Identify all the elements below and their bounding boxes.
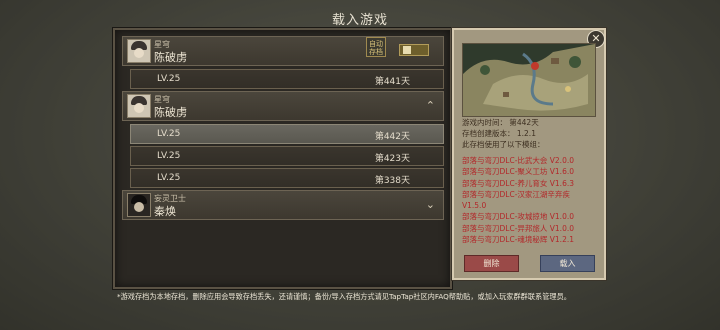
- save-group-header[interactable]: 星穹 陈破虏 ⌃: [122, 91, 444, 121]
- mod-item: 部落与弯刀DLC-汉家江湖辛弃疾: [462, 189, 570, 199]
- avatar: [127, 193, 151, 217]
- save-row[interactable]: LV.25 第338天: [130, 168, 444, 188]
- mod-item: V1.5.0: [462, 201, 487, 211]
- autosave-badge: 自动存档: [366, 37, 386, 57]
- character-name: 陈破虏: [154, 106, 187, 119]
- load-button[interactable]: 载入: [540, 255, 595, 272]
- save-list: 星穹 陈破虏 自动存档 LV.25 第441天 星穹 陈破虏 ⌃ LV.25 第…: [122, 36, 444, 223]
- chevron-down-icon[interactable]: ⌄: [426, 198, 435, 211]
- mod-item: 部落与弯刀DLC-魂境秘辉 V1.2.1: [462, 235, 574, 245]
- save-info: 游戏内时间： 第442天 存档创建版本： 1.2.1 此存档使用了以下模组：: [462, 117, 594, 150]
- avatar: [127, 94, 151, 118]
- map-thumbnail: [462, 43, 596, 117]
- footnote: *游戏存档为本地存档，删除应用会导致存档丢失，还请谨慎；备份/导入存档方式请见T…: [117, 292, 571, 301]
- save-level: LV.25: [157, 173, 181, 183]
- save-row[interactable]: LV.25 第423天: [130, 146, 444, 166]
- save-group-header[interactable]: 星穹 陈破虏 自动存档: [122, 36, 444, 66]
- game-time: 游戏内时间： 第442天: [462, 118, 539, 127]
- save-group-header[interactable]: 妄灵卫士 秦焕 ⌄: [122, 190, 444, 220]
- autosave-toggle[interactable]: [399, 44, 429, 56]
- save-row[interactable]: LV.25 第441天: [130, 69, 444, 89]
- save-level: LV.25: [157, 74, 181, 84]
- save-day: 第338天: [374, 176, 410, 186]
- save-day: 第441天: [374, 77, 410, 87]
- save-version: 存档创建版本： 1.2.1: [462, 129, 536, 138]
- mod-list: 部落与弯刀DLC-比武大会 V2.0.0 部落与弯刀DLC-聚义工坊 V1.6.…: [462, 155, 594, 245]
- mod-item: 部落与弯刀DLC-聚义工坊 V1.6.0: [462, 167, 574, 177]
- character-name: 秦焕: [154, 205, 176, 218]
- avatar: [127, 39, 151, 63]
- chevron-up-icon[interactable]: ⌃: [426, 99, 435, 112]
- mod-item: 部落与弯刀DLC-攻城掠地 V1.0.0: [462, 212, 574, 222]
- save-day: 第442天: [374, 132, 410, 142]
- page-title: 载入游戏: [331, 13, 388, 28]
- mod-item: 部落与弯刀DLC-比武大会 V2.0.0: [462, 156, 574, 165]
- character-name: 陈破虏: [154, 51, 187, 64]
- save-level: LV.25: [157, 151, 181, 161]
- save-level: LV.25: [157, 129, 181, 139]
- save-row-selected[interactable]: LV.25 第442天: [130, 124, 444, 144]
- mod-item: 部落与弯刀DLC-养儿育女 V1.6.3: [462, 178, 574, 188]
- save-day: 第423天: [374, 154, 410, 164]
- delete-button[interactable]: 删除: [464, 255, 519, 272]
- mod-item: 部落与弯刀DLC-异邦旅人 V1.0.0: [462, 223, 574, 233]
- save-list-panel: 星穹 陈破虏 自动存档 LV.25 第441天 星穹 陈破虏 ⌃ LV.25 第…: [113, 28, 452, 289]
- mods-heading: 此存档使用了以下模组：: [462, 140, 545, 149]
